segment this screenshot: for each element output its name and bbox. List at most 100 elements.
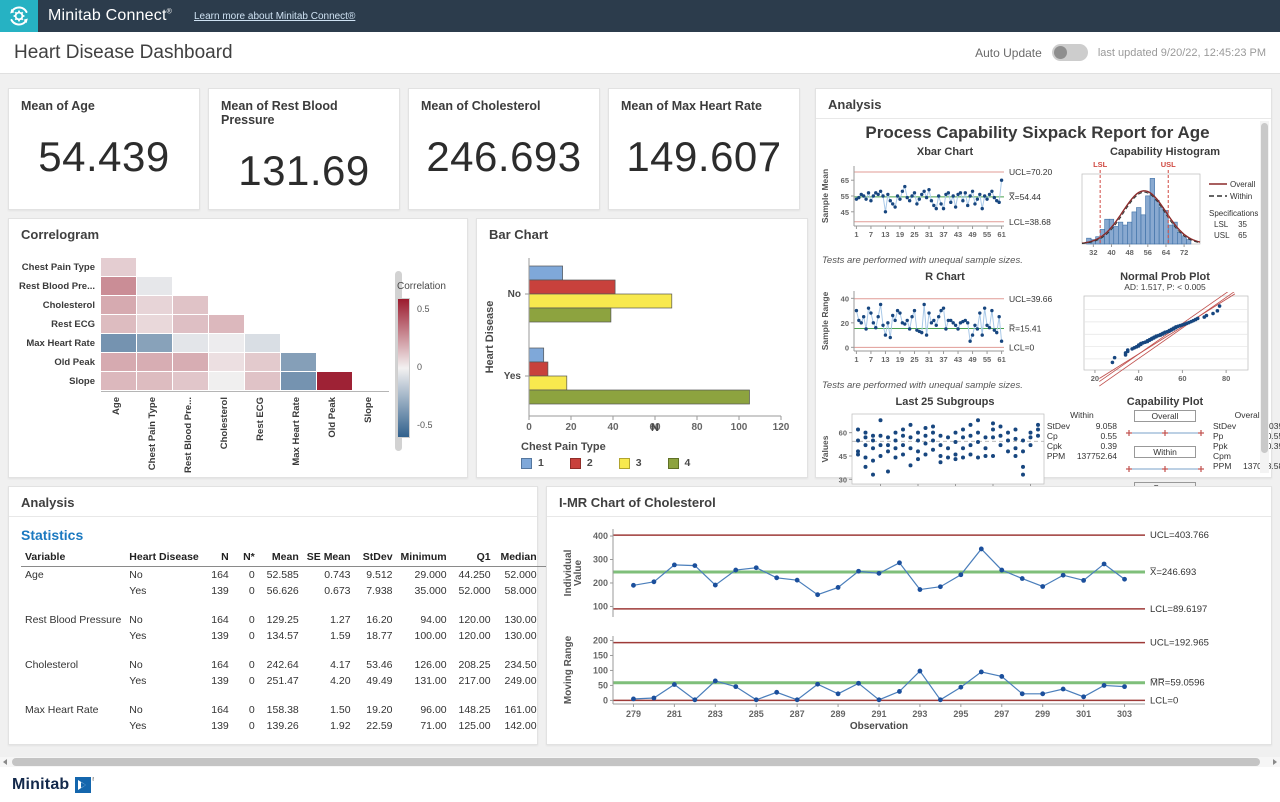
svg-text:64: 64 [1162, 248, 1171, 257]
svg-text:Observation: Observation [850, 721, 908, 732]
statistics-heading: Statistics [21, 527, 525, 543]
correlogram-cell [137, 353, 172, 371]
correlogram-row-label: Max Heart Rate [13, 338, 95, 349]
page-title: Heart Disease Dashboard [14, 42, 233, 64]
correlogram-col-label: Rest ECG [255, 397, 266, 441]
svg-text:289: 289 [831, 709, 846, 719]
correlogram-cell [101, 372, 136, 390]
bar-legend-item: 1 [521, 457, 544, 469]
svg-text:N: N [651, 422, 659, 434]
svg-text:45: 45 [839, 452, 847, 461]
svg-text:40: 40 [1134, 374, 1142, 383]
minitab-connect-logo [0, 0, 38, 32]
xbar-note: Tests are performed with unequal sample … [822, 255, 1072, 266]
svg-text:40: 40 [841, 294, 849, 303]
horizontal-scrollbar[interactable] [0, 757, 1280, 767]
bar-legend-item: 4 [668, 457, 691, 469]
svg-text:LSL: LSL [1093, 160, 1108, 169]
correlogram-row-label: Old Peak [13, 357, 95, 368]
svg-text:Within: Within [1230, 192, 1252, 201]
correlogram-cell [101, 353, 136, 371]
svg-text:45: 45 [841, 208, 849, 217]
svg-text:55: 55 [983, 355, 991, 364]
correlogram-cell [245, 353, 280, 371]
scroll-right-arrow[interactable] [1273, 759, 1277, 765]
correlogram-panel: Correlogram Chest Pain TypeRest Blood Pr… [8, 218, 468, 478]
svg-text:37: 37 [939, 355, 947, 364]
svg-text:72: 72 [1180, 248, 1188, 257]
svg-text:20: 20 [841, 319, 849, 328]
correlogram-cell [245, 372, 280, 390]
sync-gear-icon [7, 4, 31, 28]
kpi-card-max-hr: Mean of Max Heart Rate 149.607 [608, 88, 800, 210]
kpi-title: Mean of Age [9, 89, 199, 113]
column-header: Heart Disease [125, 549, 202, 567]
svg-text:No: No [508, 289, 521, 300]
auto-update-label: Auto Update [975, 46, 1042, 60]
svg-text:200: 200 [593, 578, 608, 588]
correlogram-cell [137, 372, 172, 390]
svg-text:50: 50 [598, 680, 608, 690]
svg-text:Yes: Yes [504, 371, 522, 382]
svg-text:150: 150 [593, 650, 608, 660]
svg-text:49: 49 [968, 230, 976, 239]
correlogram-row-label: Chest Pain Type [13, 262, 95, 273]
top-bar: Minitab Connect® Learn more about Minita… [0, 0, 1280, 32]
kpi-value: 246.693 [409, 133, 599, 181]
svg-text:285: 285 [749, 709, 764, 719]
svg-text:0: 0 [526, 422, 532, 433]
svg-text:100: 100 [731, 422, 748, 433]
svg-text:65: 65 [1238, 231, 1247, 240]
svg-text:65: 65 [841, 176, 849, 185]
kpi-title: Mean of Max Heart Rate [609, 89, 799, 113]
normal-prob-plot: Normal Prob Plot AD: 1.517, P: < 0.005 2… [1072, 268, 1258, 393]
panel-title: Correlogram [9, 219, 467, 248]
minitab-chevron-logo: ® [74, 775, 94, 795]
svg-text:LCL=0: LCL=0 [1009, 342, 1035, 352]
bar-legend-item: 3 [619, 457, 642, 469]
auto-update-toggle[interactable] [1052, 44, 1088, 61]
svg-text:303: 303 [1117, 709, 1132, 719]
column-header: Mean [259, 549, 303, 567]
svg-text:19: 19 [896, 230, 904, 239]
kpi-value: 149.607 [609, 133, 799, 181]
scroll-left-arrow[interactable] [3, 759, 7, 765]
correlogram-cell [209, 334, 244, 352]
panel-vertical-scrollbar[interactable] [1260, 121, 1269, 473]
correlogram-cell [245, 334, 280, 352]
svg-text:1: 1 [854, 355, 858, 364]
correlogram-cell [209, 315, 244, 333]
panel-title: Analysis [816, 89, 1271, 119]
correlogram-cell [173, 353, 208, 371]
svg-text:Heart Disease: Heart Disease [484, 301, 496, 374]
svg-text:LCL=0: LCL=0 [1150, 695, 1178, 706]
correlogram-row-label: Slope [13, 376, 95, 387]
dashboard: Minitab Connect® Learn more about Minita… [0, 0, 1280, 802]
svg-text:Moving Range: Moving Range [563, 635, 574, 704]
svg-text:LSL: LSL [1214, 220, 1229, 229]
svg-text:48: 48 [1125, 248, 1133, 257]
learn-more-link[interactable]: Learn more about Minitab Connect® [194, 11, 355, 22]
footer-brand-text: Minitab [12, 776, 69, 794]
kpi-card-age: Mean of Age 54.439 [8, 88, 200, 210]
svg-text:0: 0 [603, 695, 608, 705]
toggle-knob [1054, 46, 1067, 59]
correlogram-col-label: Old Peak [327, 397, 338, 438]
bar-legend: Chest Pain Type 1234 [521, 441, 807, 469]
svg-text:UCL=39.66: UCL=39.66 [1009, 294, 1053, 304]
column-header: N [203, 549, 233, 567]
imr-panel: I-MR Chart of Cholesterol 100200300400UC… [546, 486, 1272, 745]
statistics-panel: Analysis Statistics VariableHeart Diseas… [8, 486, 538, 745]
correlogram-cell [137, 315, 172, 333]
page-footer: Minitab ® [0, 767, 1280, 802]
svg-text:Overall: Overall [1230, 180, 1256, 189]
correlogram-col-label: Max Heart Rate [291, 397, 302, 466]
correlogram-cell [281, 353, 316, 371]
svg-text:LCL=89.6197: LCL=89.6197 [1150, 604, 1207, 615]
kpi-value: 54.439 [9, 133, 199, 181]
correlogram-cell [137, 296, 172, 314]
svg-text:LCL=38.68: LCL=38.68 [1009, 217, 1051, 227]
scrollbar-thumb[interactable] [12, 758, 1260, 766]
column-header: Variable [21, 549, 125, 567]
correlogram-cell [137, 277, 172, 295]
